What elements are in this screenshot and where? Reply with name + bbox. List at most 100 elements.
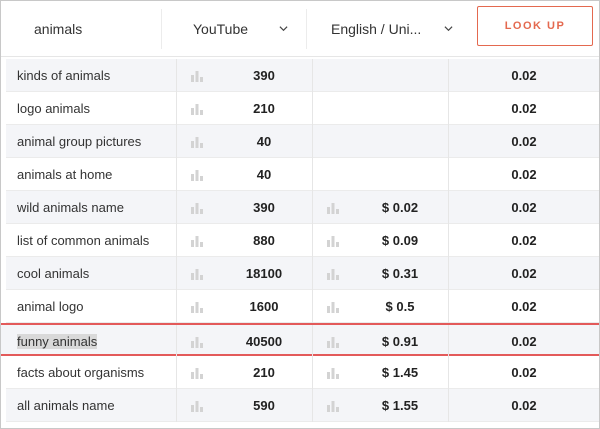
bar-chart-icon[interactable] bbox=[326, 300, 340, 313]
search-volume-cell: 210 bbox=[253, 101, 275, 116]
bar-chart-icon[interactable] bbox=[326, 234, 340, 247]
search-volume-cell: 210 bbox=[253, 365, 275, 380]
keyword-cell[interactable]: cool animals bbox=[6, 257, 176, 290]
cpc-trend-cell[interactable] bbox=[312, 356, 352, 389]
bar-chart-icon[interactable] bbox=[190, 69, 204, 82]
volume-trend-cell[interactable] bbox=[176, 125, 216, 158]
volume-trend-cell[interactable] bbox=[176, 59, 216, 92]
table-row[interactable]: logo animals 210 0.02 bbox=[6, 92, 599, 125]
keyword-input[interactable]: animals bbox=[34, 1, 82, 56]
bar-chart-icon[interactable] bbox=[326, 267, 340, 280]
cpc-cell bbox=[352, 158, 448, 191]
keyword-cell[interactable]: facts about organisms bbox=[6, 356, 176, 389]
bar-chart-icon[interactable] bbox=[190, 201, 204, 214]
bar-chart-icon[interactable] bbox=[326, 399, 340, 412]
cpc-trend-cell[interactable] bbox=[312, 290, 352, 323]
keyword-text: logo animals bbox=[17, 101, 90, 116]
keyword-cell[interactable]: animals at home bbox=[6, 158, 176, 191]
volume-trend-cell[interactable] bbox=[176, 356, 216, 389]
cpc-cell: $ 0.31 bbox=[381, 266, 419, 281]
bar-chart-icon[interactable] bbox=[326, 335, 340, 348]
keyword-input-value: animals bbox=[34, 20, 83, 37]
bar-chart-icon[interactable] bbox=[190, 267, 204, 280]
bar-chart-icon[interactable] bbox=[190, 399, 204, 412]
cpc-cell bbox=[352, 92, 448, 125]
search-bar: animals YouTube English / Uni... LOOK UP bbox=[1, 1, 599, 57]
table-row[interactable]: all animals name 590 $ 1.55 0.02 bbox=[6, 389, 599, 422]
keyword-text: animals at home bbox=[17, 167, 113, 182]
volume-trend-cell[interactable] bbox=[176, 325, 216, 358]
table-row[interactable]: animal logo 1600 $ 0.5 0.02 bbox=[6, 290, 599, 323]
competition-cell: 0.02 bbox=[448, 59, 599, 92]
bar-chart-icon[interactable] bbox=[190, 300, 204, 313]
bar-chart-icon[interactable] bbox=[326, 201, 340, 214]
keyword-cell[interactable]: list of common animals bbox=[6, 224, 176, 257]
cpc-cell: $ 1.45 bbox=[381, 365, 419, 380]
keyword-cell[interactable]: animal logo bbox=[6, 290, 176, 323]
table-row[interactable]: kinds of animals 390 0.02 bbox=[6, 59, 599, 92]
cpc-trend-cell[interactable] bbox=[312, 191, 352, 224]
keyword-cell[interactable]: wild animals name bbox=[6, 191, 176, 224]
table-row[interactable]: cool animals 18100 $ 0.31 0.02 bbox=[6, 257, 599, 290]
volume-trend-cell[interactable] bbox=[176, 389, 216, 422]
table-row[interactable]: wild animals name 390 $ 0.02 0.02 bbox=[6, 191, 599, 224]
search-volume-cell: 390 bbox=[253, 200, 275, 215]
chevron-down-icon bbox=[279, 26, 288, 32]
bar-chart-icon[interactable] bbox=[190, 366, 204, 379]
volume-trend-cell[interactable] bbox=[176, 92, 216, 125]
divider bbox=[306, 9, 307, 49]
cpc-trend-cell[interactable] bbox=[312, 224, 352, 257]
volume-trend-cell[interactable] bbox=[176, 191, 216, 224]
search-volume-cell: 590 bbox=[253, 398, 275, 413]
look-up-button[interactable]: LOOK UP bbox=[477, 6, 593, 46]
table-row[interactable]: animals at home 40 0.02 bbox=[6, 158, 599, 191]
language-select[interactable]: English / Uni... bbox=[331, 1, 453, 56]
search-volume-cell: 40 bbox=[256, 134, 272, 149]
competition-cell: 0.02 bbox=[448, 224, 599, 257]
keyword-cell[interactable]: logo animals bbox=[6, 92, 176, 125]
cpc-trend-cell[interactable] bbox=[312, 257, 352, 290]
bar-chart-icon[interactable] bbox=[190, 102, 204, 115]
competition-cell: 0.02 bbox=[448, 257, 599, 290]
keyword-text: funny animals bbox=[17, 334, 98, 349]
cpc-trend-cell[interactable] bbox=[312, 389, 352, 422]
keyword-cell[interactable]: kinds of animals bbox=[6, 59, 176, 92]
language-select-value: English / Uni... bbox=[331, 20, 422, 37]
cpc-cell bbox=[352, 125, 448, 158]
volume-trend-cell[interactable] bbox=[176, 158, 216, 191]
search-volume-cell: 40500 bbox=[245, 334, 283, 349]
divider bbox=[161, 9, 162, 49]
competition-cell: 0.02 bbox=[448, 92, 599, 125]
keyword-cell[interactable]: funny animals bbox=[1, 325, 171, 358]
table-row[interactable]: animal group pictures 40 0.02 bbox=[6, 125, 599, 158]
volume-trend-cell[interactable] bbox=[176, 224, 216, 257]
cpc-trend-cell bbox=[312, 59, 352, 92]
volume-trend-cell[interactable] bbox=[176, 290, 216, 323]
cpc-trend-cell[interactable] bbox=[312, 325, 352, 358]
cpc-cell: $ 0.02 bbox=[381, 200, 419, 215]
cpc-cell: $ 1.55 bbox=[381, 398, 419, 413]
keyword-cell[interactable]: animal group pictures bbox=[6, 125, 176, 158]
search-volume-cell: 880 bbox=[253, 233, 275, 248]
cpc-cell: $ 0.91 bbox=[381, 334, 419, 349]
bar-chart-icon[interactable] bbox=[326, 366, 340, 379]
keyword-text: all animals name bbox=[17, 398, 115, 413]
search-volume-cell: 390 bbox=[253, 68, 275, 83]
bar-chart-icon[interactable] bbox=[190, 234, 204, 247]
competition-cell: 0.02 bbox=[448, 290, 599, 323]
search-volume-cell: 1600 bbox=[249, 299, 279, 314]
volume-trend-cell[interactable] bbox=[176, 257, 216, 290]
table-row[interactable]: list of common animals 880 $ 0.09 0.02 bbox=[6, 224, 599, 257]
table-row[interactable]: facts about organisms 210 $ 1.45 0.02 bbox=[6, 356, 599, 389]
bar-chart-icon[interactable] bbox=[190, 135, 204, 148]
bar-chart-icon[interactable] bbox=[190, 335, 204, 348]
source-select[interactable]: YouTube bbox=[193, 1, 288, 56]
keyword-cell[interactable]: all animals name bbox=[6, 389, 176, 422]
bar-chart-icon[interactable] bbox=[190, 168, 204, 181]
keyword-text: facts about organisms bbox=[17, 365, 145, 380]
table-row-selected[interactable]: funny animals 40500 $ 0.91 0.02 bbox=[1, 323, 599, 358]
keyword-text: cool animals bbox=[17, 266, 90, 281]
competition-cell: 0.02 bbox=[448, 325, 599, 358]
keyword-text: list of common animals bbox=[17, 233, 150, 248]
cpc-trend-cell bbox=[312, 92, 352, 125]
